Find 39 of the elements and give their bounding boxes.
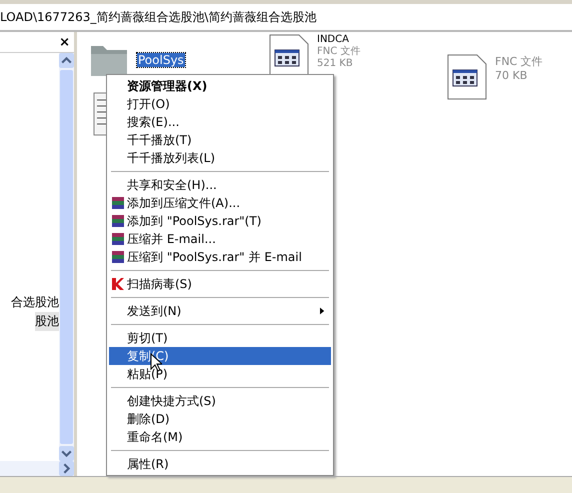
file-name[interactable]: INDCA — [317, 34, 360, 46]
menu-item[interactable]: 千千播放列表(L) — [109, 149, 331, 167]
tree-item[interactable]: 股池 — [35, 312, 59, 331]
menu-item[interactable]: 添加到压缩文件(A)... — [109, 194, 331, 212]
scroll-down-icon[interactable] — [59, 446, 74, 461]
menu-item[interactable]: 压缩并 E-mail... — [109, 230, 331, 248]
address-path: LOAD\1677263_简约蔷薇组合选股池\简约蔷薇组合选股池 — [0, 8, 316, 26]
file-type: FNC 文件 — [317, 46, 360, 58]
menu-item[interactable]: 千千播放(T) — [109, 131, 331, 149]
menu-item[interactable]: 压缩到 "PoolSys.rar" 并 E-mail — [109, 248, 331, 266]
menu-item[interactable]: 共享和安全(H)... — [109, 176, 331, 194]
menu-item[interactable]: 属性(R) — [109, 455, 331, 473]
k-logo-icon — [111, 277, 125, 291]
file-name[interactable]: PoolSys — [137, 53, 185, 67]
book-stack-icon — [111, 232, 125, 246]
close-button[interactable]: × — [59, 34, 70, 50]
tree-item[interactable]: 合选股池 — [11, 293, 59, 312]
submenu-arrow-icon — [320, 307, 325, 315]
menu-item[interactable]: 重命名(M) — [109, 428, 331, 446]
scroll-right-icon[interactable] — [59, 461, 74, 476]
menu-item[interactable]: 剪切(T) — [109, 329, 331, 347]
file-type: FNC 文件 — [495, 54, 543, 69]
scrollbar[interactable] — [59, 53, 74, 461]
menu-item[interactable]: 发送到(N) — [109, 302, 331, 320]
menu-item[interactable]: 创建快捷方式(S) — [109, 392, 331, 410]
book-stack-icon — [111, 214, 125, 228]
document-icon[interactable] — [447, 54, 487, 100]
menu-item[interactable]: 添加到 "PoolSys.rar"(T) — [109, 212, 331, 230]
scroll-up-icon[interactable] — [59, 53, 74, 68]
address-bar[interactable]: LOAD\1677263_简约蔷薇组合选股池\简约蔷薇组合选股池 — [0, 0, 572, 32]
menu-item[interactable]: 资源管理器(X) — [109, 77, 331, 95]
file-size: 521 KB — [317, 58, 354, 70]
menu-item[interactable]: 扫描病毒(S) — [109, 275, 331, 293]
menu-item[interactable]: 打开(O) — [109, 95, 331, 113]
menu-item[interactable]: 搜索(E)... — [109, 113, 331, 131]
menu-item[interactable]: 删除(D) — [109, 410, 331, 428]
book-stack-icon — [111, 250, 125, 264]
file-size: 70 KB — [495, 69, 528, 82]
book-stack-icon — [111, 196, 125, 210]
